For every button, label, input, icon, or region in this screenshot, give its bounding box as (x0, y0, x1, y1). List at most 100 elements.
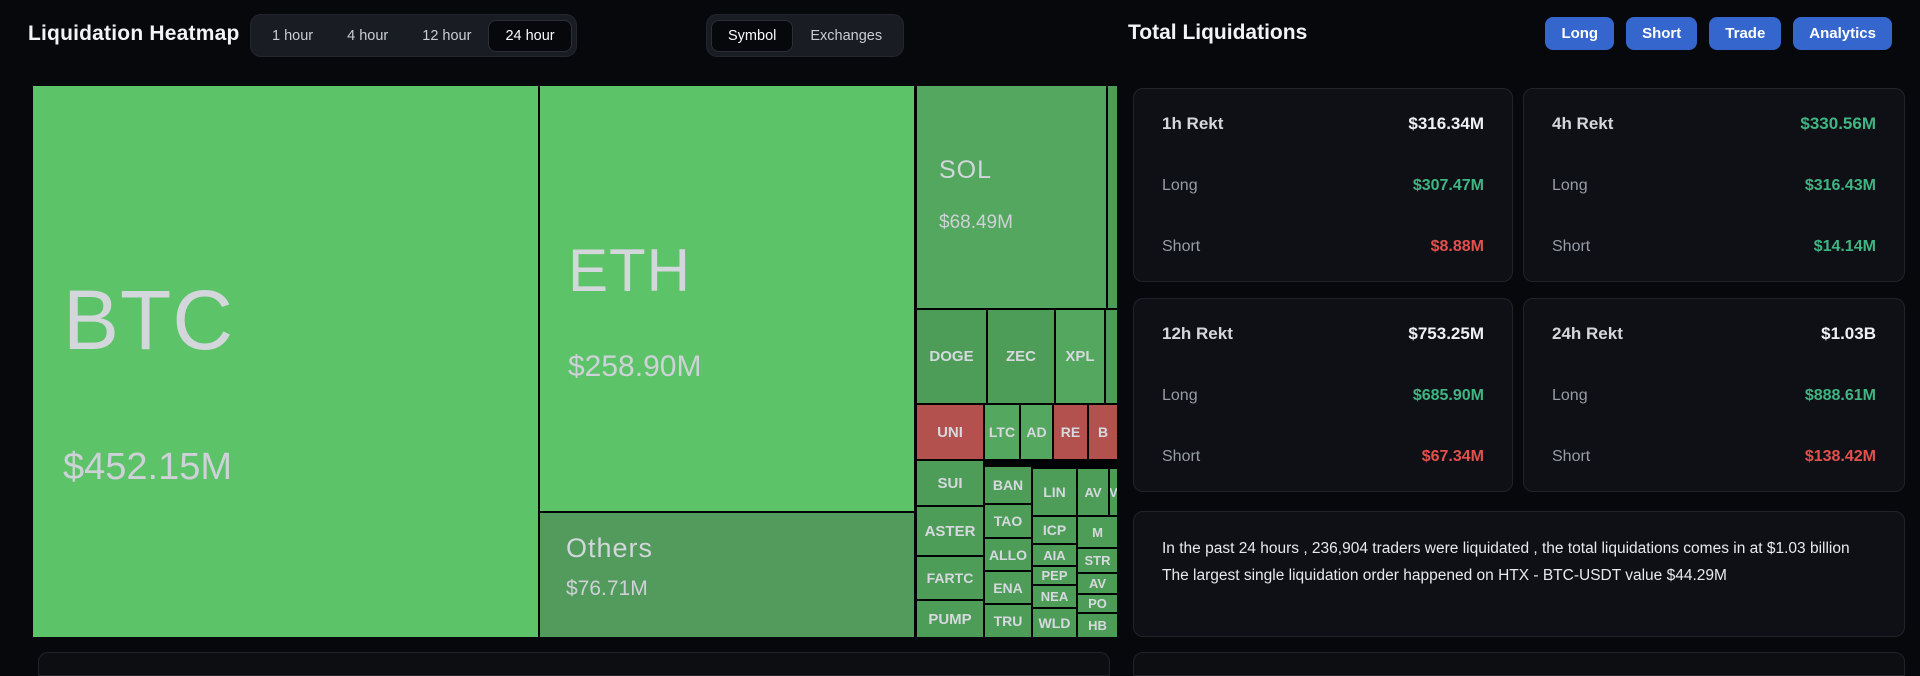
bottom-panel-left (38, 652, 1110, 676)
treemap-tile-xpl[interactable]: XPL (1056, 310, 1104, 403)
stat-card-total: $1.03B (1821, 324, 1876, 344)
treemap-tile-m[interactable]: M (1078, 517, 1117, 547)
treemap-tile-av[interactable]: AV (1078, 469, 1108, 515)
short-button[interactable]: Short (1626, 17, 1697, 50)
liquidation-treemap: BTC$452.15M ETH $258.90M Others$76.71M SOL $6… (33, 86, 1117, 637)
stat-short-value: $8.88M (1431, 238, 1484, 256)
treemap-tile-pep[interactable]: PEP (1033, 567, 1076, 584)
tile-label: TRU (994, 613, 1023, 629)
tile-label: AD (1026, 424, 1046, 440)
stat-card-total: $753.25M (1408, 324, 1484, 344)
stat-short-value: $67.34M (1422, 448, 1484, 466)
treemap-tile-uni[interactable]: UNI (917, 405, 983, 459)
tile-label: AIA (1043, 548, 1065, 563)
stat-short-label: Short (1162, 448, 1200, 466)
tab-4-hour[interactable]: 4 hour (330, 20, 405, 52)
stat-card-title: 1h Rekt (1162, 114, 1223, 134)
tile-label: AV (1089, 576, 1106, 591)
tile-label: SUI (937, 475, 962, 492)
stat-long-label: Long (1162, 177, 1198, 195)
treemap-tile-str[interactable]: STR (1078, 549, 1117, 572)
stat-card-title: 24h Rekt (1552, 324, 1623, 344)
tile-label: B (1098, 424, 1108, 440)
treemap-tile-po[interactable]: PO (1078, 595, 1117, 612)
tile-value: $258.90M (568, 350, 701, 384)
tile-label: SOL (939, 156, 992, 185)
trade-button[interactable]: Trade (1709, 17, 1781, 50)
summary-line-2: The largest single liquidation order hap… (1162, 563, 1876, 590)
tile-label: ETH (568, 236, 691, 305)
treemap-tile-ltc[interactable]: LTC (985, 405, 1019, 459)
tile-label: HB (1088, 618, 1107, 633)
treemap-tile-tru[interactable]: TRU (985, 605, 1031, 637)
treemap-tile-ban[interactable]: BAN (985, 467, 1031, 503)
tile-label: LTC (989, 424, 1015, 440)
tab-12-hour[interactable]: 12 hour (405, 20, 488, 52)
stat-short-value: $138.42M (1805, 448, 1876, 466)
treemap-tile-doge[interactable]: DOGE (917, 310, 986, 403)
total-liquidations-title: Total Liquidations (1128, 21, 1307, 45)
tile-label: NEA (1041, 589, 1068, 604)
stat-long-label: Long (1552, 177, 1588, 195)
stat-long-value: $316.43M (1805, 177, 1876, 195)
treemap-tile-ad[interactable]: AD (1021, 405, 1052, 459)
tab-symbol[interactable]: Symbol (711, 20, 793, 52)
tile-label: PEP (1041, 568, 1067, 583)
tile-label: ENA (993, 580, 1023, 596)
treemap-tile-icp[interactable]: ICP (1033, 517, 1076, 543)
treemap-tile-ena[interactable]: ENA (985, 572, 1031, 603)
tile-label: ASTER (925, 523, 976, 540)
tile-label: DOGE (929, 348, 973, 365)
treemap-tile-sol[interactable]: SOL $68.49M (917, 86, 1106, 308)
treemap-tile-allo[interactable]: ALLO (985, 539, 1031, 570)
treemap-tile-pump[interactable]: PUMP (917, 601, 983, 637)
treemap-tile-re[interactable]: RE (1054, 405, 1087, 459)
treemap-tile-sui[interactable]: SUI (917, 461, 983, 505)
treemap-tile-eth[interactable]: ETH $258.90M (540, 86, 914, 511)
long-button[interactable]: Long (1545, 17, 1614, 50)
bottom-panel-right (1133, 652, 1905, 676)
tile-label: BAN (993, 477, 1023, 493)
tile-label: XPL (1065, 348, 1094, 365)
stat-card-title: 4h Rekt (1552, 114, 1613, 134)
tile-label: ALLO (989, 547, 1027, 563)
treemap-tile-aster[interactable]: ASTER (917, 507, 983, 555)
treemap-tile-b[interactable]: B (1089, 405, 1117, 459)
stat-card-1h: 1h Rekt $316.34M Long $307.47M Short $8.… (1133, 88, 1513, 282)
stat-card-total: $330.56M (1800, 114, 1876, 134)
tile-value: $68.49M (939, 212, 1013, 234)
treemap-tile-zec[interactable]: ZEC (988, 310, 1054, 403)
treemap-tile-tao[interactable]: TAO (985, 505, 1031, 537)
tab-1-hour[interactable]: 1 hour (255, 20, 330, 52)
treemap-tile-sliver[interactable] (1108, 86, 1117, 308)
treemap-tile-btc[interactable]: BTC$452.15M (33, 86, 538, 637)
stat-long-label: Long (1162, 387, 1198, 405)
tile-value: $76.71M (566, 577, 648, 601)
time-range-tabs: 1 hour 4 hour 12 hour 24 hour (250, 14, 577, 57)
tab-exchanges[interactable]: Exchanges (793, 20, 899, 52)
treemap-tile-aia[interactable]: AIA (1033, 545, 1076, 565)
treemap-tile-fartc[interactable]: FARTC (917, 557, 983, 599)
view-mode-tabs: Symbol Exchanges (706, 14, 904, 57)
tile-label: FARTC (927, 570, 974, 586)
treemap-tile-sliver[interactable] (1106, 310, 1117, 403)
treemap-tile-v[interactable]: V (1110, 469, 1117, 515)
treemap-tile-wld[interactable]: WLD (1033, 609, 1076, 637)
treemap-tile-others[interactable]: Others$76.71M (540, 513, 914, 637)
stat-short-label: Short (1552, 238, 1590, 256)
tile-label: WLD (1039, 615, 1071, 631)
stat-long-value: $888.61M (1805, 387, 1876, 405)
tile-label: PUMP (928, 611, 971, 628)
treemap-tile-lin[interactable]: LIN (1033, 469, 1076, 515)
stat-short-label: Short (1552, 448, 1590, 466)
tile-label: V (1110, 485, 1117, 500)
treemap-tile-hb[interactable]: HB (1078, 614, 1117, 637)
tile-label: TAO (994, 513, 1023, 529)
treemap-tile-av[interactable]: AV (1078, 574, 1117, 593)
stat-card-4h: 4h Rekt $330.56M Long $316.43M Short $14… (1523, 88, 1905, 282)
page-title: Liquidation Heatmap (28, 22, 239, 46)
analytics-button[interactable]: Analytics (1793, 17, 1892, 50)
tab-24-hour[interactable]: 24 hour (488, 20, 571, 52)
tile-label: LIN (1043, 484, 1066, 500)
treemap-tile-nea[interactable]: NEA (1033, 586, 1076, 607)
